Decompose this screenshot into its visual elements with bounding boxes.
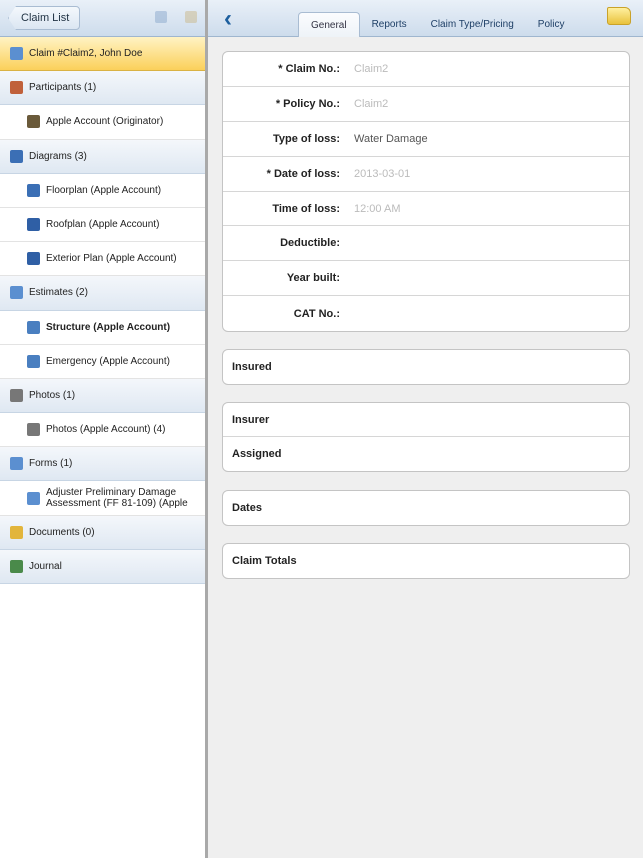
folder-icon[interactable]: [607, 7, 631, 25]
sidebar-item[interactable]: Participants (1): [0, 71, 205, 106]
claim-tree: Claim #Claim2, John Doe Participants (1) A…: [0, 37, 205, 584]
sidebar-item-label: Roofplan (Apple Account): [46, 219, 160, 231]
tab-reports[interactable]: Reports: [360, 12, 419, 37]
form-row: * Policy No.: Claim2: [223, 87, 629, 122]
dates-header[interactable]: Dates: [223, 491, 629, 525]
sidebar-item-label: Apple Account (Originator): [46, 116, 164, 128]
general-form: * Claim No.: Claim2 * Policy No.: Claim2 Typ…: [222, 51, 630, 333]
form-row: * Date of loss: 2013-03-01: [223, 157, 629, 192]
tab-policy[interactable]: Policy: [526, 12, 577, 37]
field-label: Type of loss:: [272, 132, 340, 145]
sidebar-item-label: Exterior Plan (Apple Account): [46, 253, 177, 265]
sidebar-item[interactable]: Photos (Apple Account) (4): [0, 413, 205, 448]
claim-totals-section[interactable]: Claim Totals: [222, 543, 630, 579]
sidebar-item-label: Forms (1): [29, 458, 73, 470]
field-label: Deductible:: [280, 237, 340, 250]
open-folder-icon[interactable]: [185, 11, 197, 23]
sidebar-item-label: Emergency (Apple Account): [46, 355, 170, 367]
field-input[interactable]: 2013-03-01: [354, 168, 410, 180]
sidebar-item-label: Photos (1): [29, 389, 76, 401]
field-label: Time of loss:: [272, 202, 340, 215]
sidebar-item-label: Photos (Apple Account) (4): [46, 424, 166, 436]
tab-bar: General Reports Claim Type/Pricing Policy: [298, 12, 576, 37]
camera-icon: [27, 423, 40, 437]
sidebar-item-label: Claim #Claim2, John Doe: [29, 48, 143, 60]
tab-claim-type-pricing[interactable]: Claim Type/Pricing: [419, 12, 526, 37]
form-row: * Claim No.: Claim2: [223, 52, 629, 87]
sidebar-item[interactable]: Adjuster Preliminary Damage Assessment (…: [0, 481, 205, 516]
field-label: * Claim No.:: [278, 62, 340, 75]
field-label: * Date of loss:: [266, 167, 340, 180]
camera-icon: [10, 388, 23, 402]
sidebar-item-label: Participants (1): [29, 82, 97, 94]
sidebar-item[interactable]: Emergency (Apple Account): [0, 344, 205, 379]
sidebar: Claim List Claim #Claim2, John Doe Partic…: [0, 0, 208, 858]
sidebar-item-label: Documents (0): [29, 526, 95, 538]
document-icon: [10, 47, 23, 61]
sidebar-item-label: Adjuster Preliminary Damage Assessment (…: [46, 487, 188, 510]
claim-list-back-button[interactable]: Claim List: [8, 6, 81, 30]
diagram-icon: [10, 149, 23, 163]
insured-section[interactable]: Insured: [222, 349, 630, 385]
field-input[interactable]: Water Damage: [354, 133, 428, 145]
estimate-icon: [10, 286, 23, 300]
insured-header[interactable]: Insured: [223, 350, 629, 384]
sidebar-item[interactable]: Roofplan (Apple Account): [0, 207, 205, 243]
sidebar-item-label: Estimates (2): [29, 287, 88, 299]
form-icon: [27, 491, 40, 505]
sidebar-item[interactable]: Apple Account (Originator): [0, 105, 205, 140]
sidebar-item-label: Structure (Apple Account): [46, 321, 171, 333]
edit-icon: [27, 320, 40, 334]
sidebar-item[interactable]: Photos (1): [0, 378, 205, 414]
sidebar-item[interactable]: Claim #Claim2, John Doe: [0, 37, 205, 72]
house-icon: [27, 252, 40, 266]
sidebar-item[interactable]: Diagrams (3): [0, 139, 205, 174]
field-input[interactable]: 12:00 AM: [354, 203, 400, 215]
people-icon: [10, 81, 23, 95]
back-chevron-icon[interactable]: ‹: [224, 5, 232, 33]
form-row: Year built:: [223, 261, 629, 297]
main-panel: ‹ General Reports Claim Type/Pricing Policy…: [208, 0, 643, 858]
edit-icon: [27, 354, 40, 368]
folder-icon: [10, 525, 23, 539]
field-input[interactable]: Claim2: [354, 98, 388, 110]
insurer-header[interactable]: Insurer: [223, 403, 629, 437]
person-icon: [27, 115, 40, 129]
form-row: Deductible:: [223, 226, 629, 262]
sidebar-item[interactable]: Estimates (2): [0, 276, 205, 311]
sidebar-item-label: Diagrams (3): [29, 150, 87, 162]
sidebar-item-label: Journal: [29, 560, 62, 572]
dates-section[interactable]: Dates: [222, 490, 630, 526]
sidebar-item[interactable]: Structure (Apple Account): [0, 310, 205, 345]
save-icon[interactable]: [155, 11, 167, 23]
claim-totals-header[interactable]: Claim Totals: [223, 544, 629, 578]
main-toolbar: ‹ General Reports Claim Type/Pricing Policy: [208, 0, 643, 37]
field-label: Year built:: [286, 272, 340, 285]
sidebar-item[interactable]: Exterior Plan (Apple Account): [0, 242, 205, 277]
field-label: CAT No.:: [293, 307, 340, 320]
floorplan-icon: [27, 183, 40, 197]
form-row: CAT No.:: [223, 296, 629, 331]
sidebar-toolbar: Claim List: [0, 0, 205, 37]
field-input[interactable]: Claim2: [354, 63, 388, 75]
form-row: Type of loss: Water Damage: [223, 122, 629, 157]
insurer-assigned-section: Insurer Assigned: [222, 402, 630, 472]
sidebar-item[interactable]: Documents (0): [0, 515, 205, 550]
assigned-header[interactable]: Assigned: [223, 437, 629, 471]
form-row: Time of loss: 12:00 AM: [223, 192, 629, 227]
roofplan-icon: [27, 218, 40, 232]
tab-general[interactable]: General: [298, 12, 360, 37]
form-icon: [10, 457, 23, 471]
sidebar-item-label: Floorplan (Apple Account): [46, 184, 162, 196]
journal-icon: [10, 559, 23, 573]
field-label: * Policy No.:: [275, 97, 340, 110]
sidebar-item[interactable]: Floorplan (Apple Account): [0, 173, 205, 208]
sidebar-item[interactable]: Forms (1): [0, 447, 205, 482]
sidebar-item[interactable]: Journal: [0, 549, 205, 584]
